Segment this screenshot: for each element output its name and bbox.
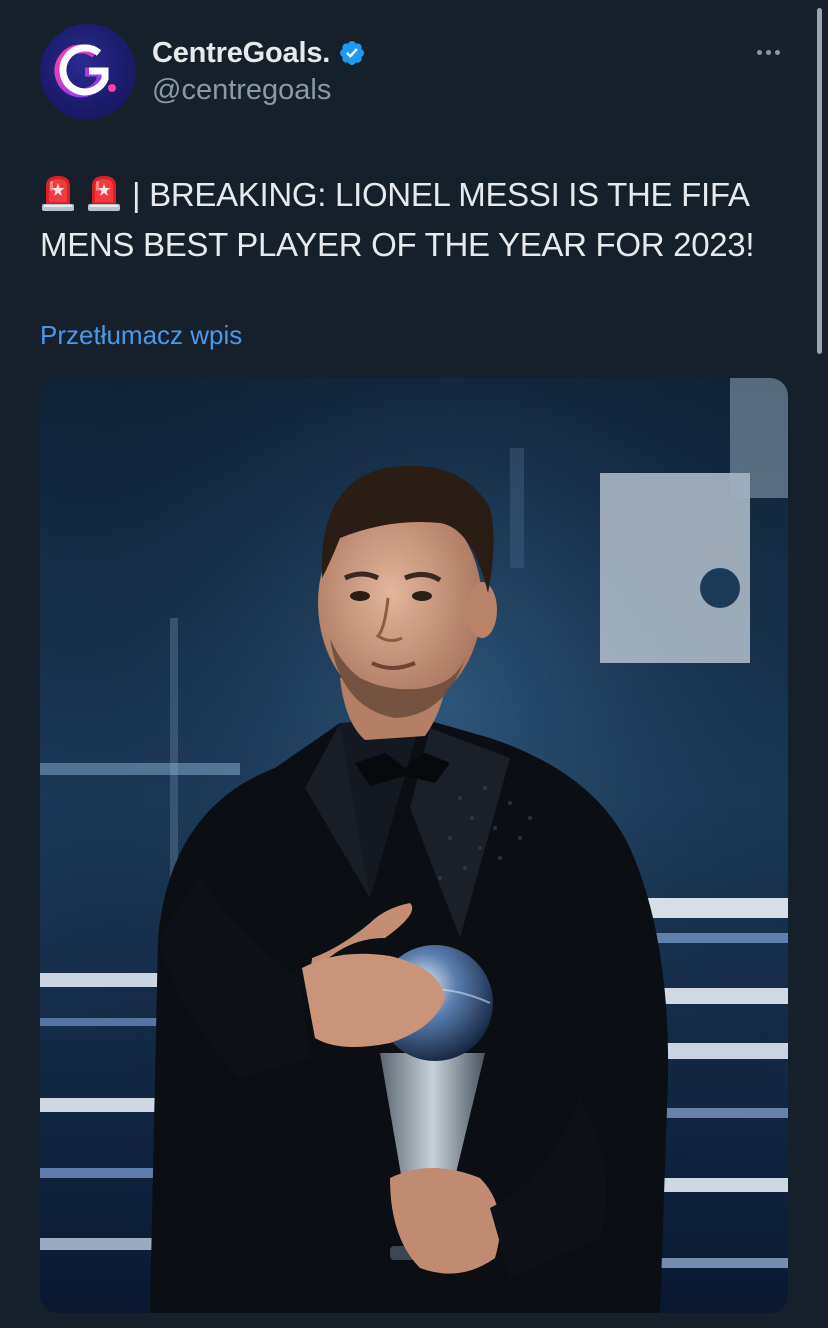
tweet-photo[interactable] [40, 378, 788, 1313]
translate-post-link[interactable]: Przetłumacz wpis [40, 320, 242, 351]
more-horizontal-icon [756, 49, 762, 55]
avatar-logo-icon [54, 44, 116, 98]
more-dot [774, 49, 780, 55]
siren-icon [88, 176, 120, 211]
more-options-button[interactable] [748, 36, 788, 68]
tweet-body: | BREAKING: LIONEL MESSI IS THE FIFA MEN… [40, 176, 755, 263]
award-photo-image [40, 378, 788, 1313]
verified-badge-icon [340, 41, 365, 65]
tweet-text: | BREAKING: LIONEL MESSI IS THE FIFA MEN… [40, 170, 790, 270]
siren-icon [42, 176, 74, 211]
author-name-row[interactable]: CentreGoals. [152, 34, 366, 72]
display-name[interactable]: CentreGoals. [152, 37, 330, 70]
scrollbar-thumb[interactable] [817, 8, 822, 354]
avatar[interactable] [40, 24, 136, 120]
tweet: CentreGoals. @centregoals | BREAKING: LI… [0, 0, 828, 1328]
handle[interactable]: @centregoals [152, 74, 331, 107]
more-dot [765, 49, 771, 55]
